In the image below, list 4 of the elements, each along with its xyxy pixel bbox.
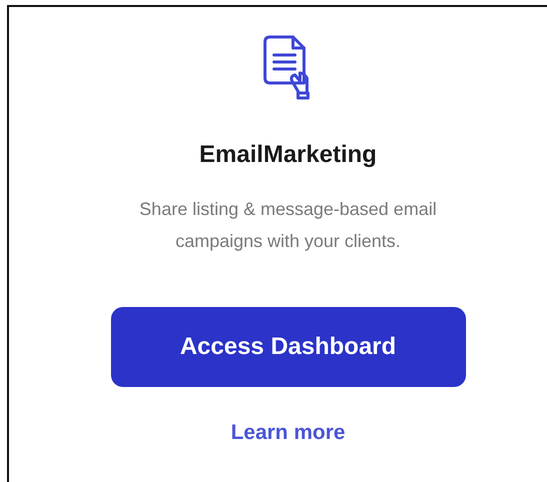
card-title: EmailMarketing: [199, 140, 377, 170]
card-description: Share listing & message-based email campaigns with your clients.: [138, 198, 438, 253]
learn-more-link[interactable]: Learn more: [230, 417, 346, 448]
access-dashboard-button[interactable]: Access Dashboard: [110, 307, 466, 387]
